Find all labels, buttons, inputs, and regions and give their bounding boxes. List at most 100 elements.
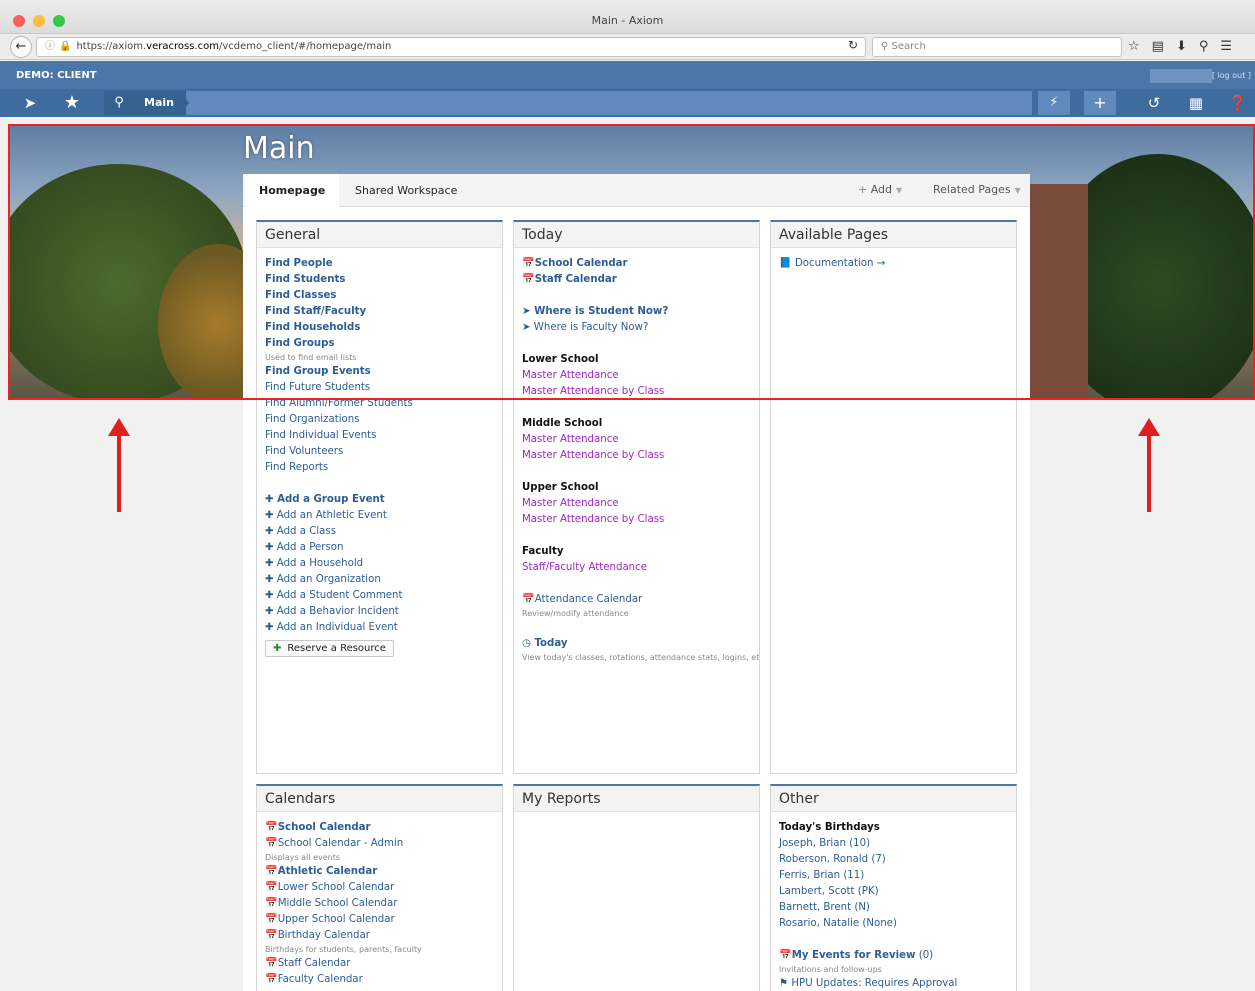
cal-school-admin-note: Displays all events bbox=[265, 853, 341, 862]
staff-faculty-attendance-link[interactable]: Staff/Faculty Attendance bbox=[522, 560, 751, 576]
plus-icon: ✚ bbox=[265, 526, 274, 537]
add-menu[interactable]: + Add ▼ bbox=[858, 183, 902, 196]
find-groups-link[interactable]: Find Groups bbox=[265, 336, 494, 352]
plus-icon: ✚ bbox=[265, 606, 274, 617]
address-bar[interactable]: ⓘ 🔒 https://axiom.veracross.com/vcdemo_cli… bbox=[36, 37, 866, 57]
page-title: Main bbox=[243, 131, 315, 166]
cal-middle-link[interactable]: 📅Middle School Calendar bbox=[265, 896, 494, 912]
cal-faculty-link[interactable]: 📅Faculty Calendar bbox=[265, 972, 494, 988]
find-alumni-link[interactable]: Find Alumni/Former Students bbox=[265, 396, 494, 412]
calendar-icon: 📅 bbox=[522, 274, 535, 285]
download-icon[interactable]: ⬇ bbox=[1176, 39, 1187, 54]
cal-athletic-link[interactable]: 📅Athletic Calendar bbox=[265, 864, 494, 880]
search-icon[interactable]: ⚲ bbox=[1199, 39, 1209, 54]
today-link[interactable]: ◷ Today bbox=[522, 636, 751, 652]
lower-master-attendance-link[interactable]: Master Attendance bbox=[522, 368, 751, 384]
window-title: Main - Axiom bbox=[591, 14, 664, 27]
breadcrumb: ⚲ Main bbox=[104, 91, 1032, 115]
cal-school-admin-link[interactable]: 📅School Calendar - Admin bbox=[265, 836, 494, 852]
add-group-event-link[interactable]: ✚ Add a Group Event bbox=[265, 492, 494, 508]
today-note: View today's classes, rotations, attenda… bbox=[522, 653, 760, 662]
add-student-comment-link[interactable]: ✚ Add a Student Comment bbox=[265, 588, 494, 604]
breadcrumb-main[interactable]: Main bbox=[134, 91, 186, 115]
cal-staff-link[interactable]: 📅Staff Calendar bbox=[265, 956, 494, 972]
back-button[interactable]: ← bbox=[10, 36, 32, 58]
attendance-calendar-link[interactable]: 📅Attendance Calendar bbox=[522, 592, 751, 608]
quick-search-icon[interactable]: ⚲ bbox=[104, 91, 134, 115]
find-classes-link[interactable]: Find Classes bbox=[265, 288, 494, 304]
add-individual-event-link[interactable]: ✚ Add an Individual Event bbox=[265, 620, 494, 636]
plus-icon: ✚ bbox=[273, 643, 282, 654]
add-organization-link[interactable]: ✚ Add an Organization bbox=[265, 572, 494, 588]
help-icon[interactable]: ❓ bbox=[1224, 89, 1252, 117]
plus-icon: ✚ bbox=[265, 542, 274, 553]
cal-school-link[interactable]: 📅School Calendar bbox=[265, 820, 494, 836]
cal-birthday-link[interactable]: 📅Birthday Calendar bbox=[265, 928, 494, 944]
birthday-item[interactable]: Roberson, Ronald (7) bbox=[779, 852, 1008, 868]
events-review-link[interactable]: 📅My Events for Review (0) bbox=[779, 948, 1008, 964]
find-volunteers-link[interactable]: Find Volunteers bbox=[265, 444, 494, 460]
favorites-star-icon[interactable]: ★ bbox=[58, 89, 86, 117]
lightning-icon[interactable]: ⚡ bbox=[1038, 91, 1070, 115]
find-households-link[interactable]: Find Households bbox=[265, 320, 494, 336]
documentation-link[interactable]: 📘 Documentation → bbox=[779, 256, 1008, 272]
find-reports-link[interactable]: Find Reports bbox=[265, 460, 494, 476]
cal-lower-link[interactable]: 📅Lower School Calendar bbox=[265, 880, 494, 896]
calendar-icon: 📅 bbox=[779, 950, 792, 961]
birthday-item[interactable]: Rosario, Natalie (None) bbox=[779, 916, 1008, 932]
bookmark-star-icon[interactable]: ☆ bbox=[1128, 39, 1140, 54]
hpu-updates-link[interactable]: ⚑ HPU Updates: Requires Approval bbox=[779, 976, 1008, 991]
app-nav-bar: ➤ ★ ⚲ Main ⚡ + ↺ ▦ ❓ bbox=[0, 89, 1255, 117]
upper-master-attendance-link[interactable]: Master Attendance bbox=[522, 496, 751, 512]
find-individual-events-link[interactable]: Find Individual Events bbox=[265, 428, 494, 444]
find-group-events-link[interactable]: Find Group Events bbox=[265, 364, 494, 380]
browser-search-input[interactable]: ⚲ Search bbox=[872, 37, 1122, 57]
calendar-icon: 📅 bbox=[265, 958, 278, 969]
cal-upper-link[interactable]: 📅Upper School Calendar bbox=[265, 912, 494, 928]
upper-master-attendance-class-link[interactable]: Master Attendance by Class bbox=[522, 512, 751, 528]
reading-list-icon[interactable]: ▤ bbox=[1152, 39, 1164, 54]
middle-master-attendance-class-link[interactable]: Master Attendance by Class bbox=[522, 448, 751, 464]
menu-icon[interactable]: ☰ bbox=[1220, 39, 1232, 54]
birthday-item[interactable]: Ferris, Brian (11) bbox=[779, 868, 1008, 884]
faculty-heading: Faculty bbox=[522, 546, 564, 557]
staff-calendar-link[interactable]: 📅Staff Calendar bbox=[522, 272, 751, 288]
tab-homepage[interactable]: Homepage bbox=[245, 174, 340, 207]
birthday-item[interactable]: Joseph, Brian (10) bbox=[779, 836, 1008, 852]
where-faculty-link[interactable]: ➤ Where is Faculty Now? bbox=[522, 320, 751, 336]
reserve-resource-button[interactable]: ✚ Reserve a Resource bbox=[265, 640, 394, 657]
find-future-students-link[interactable]: Find Future Students bbox=[265, 380, 494, 396]
rocket-icon[interactable]: ➤ bbox=[16, 89, 44, 117]
groups-note: Used to find email lists bbox=[265, 353, 357, 362]
info-icon[interactable]: ⓘ bbox=[45, 41, 55, 52]
middle-master-attendance-link[interactable]: Master Attendance bbox=[522, 432, 751, 448]
calendar-icon: 📅 bbox=[265, 866, 278, 877]
calendars-card: Calendars 📅School Calendar 📅School Calen… bbox=[256, 784, 503, 991]
birthday-item[interactable]: Lambert, Scott (PK) bbox=[779, 884, 1008, 900]
lock-icon: 🔒 bbox=[59, 41, 72, 52]
other-card: Other Today's Birthdays Joseph, Brian (1… bbox=[770, 784, 1017, 991]
school-calendar-link[interactable]: 📅School Calendar bbox=[522, 256, 751, 272]
dashboard-grid-icon[interactable]: ▦ bbox=[1182, 89, 1210, 117]
where-student-link[interactable]: ➤ Where is Student Now? bbox=[522, 304, 751, 320]
user-name-redacted bbox=[1150, 69, 1212, 83]
logout-link[interactable]: [ log out ] bbox=[1212, 71, 1251, 80]
app-header: DEMO: CLIENT [ log out ] bbox=[0, 61, 1255, 89]
find-students-link[interactable]: Find Students bbox=[265, 272, 494, 288]
add-behavior-incident-link[interactable]: ✚ Add a Behavior Incident bbox=[265, 604, 494, 620]
birthday-item[interactable]: Barnett, Brent (N) bbox=[779, 900, 1008, 916]
find-organizations-link[interactable]: Find Organizations bbox=[265, 412, 494, 428]
add-household-link[interactable]: ✚ Add a Household bbox=[265, 556, 494, 572]
add-person-link[interactable]: ✚ Add a Person bbox=[265, 540, 494, 556]
reload-icon[interactable]: ↻ bbox=[848, 38, 858, 52]
add-class-link[interactable]: ✚ Add a Class bbox=[265, 524, 494, 540]
calendar-icon: 📅 bbox=[265, 822, 278, 833]
plus-icon[interactable]: + bbox=[1084, 91, 1116, 115]
tab-shared-workspace[interactable]: Shared Workspace bbox=[341, 174, 471, 207]
history-icon[interactable]: ↺ bbox=[1140, 89, 1168, 117]
lower-master-attendance-class-link[interactable]: Master Attendance by Class bbox=[522, 384, 751, 400]
find-people-link[interactable]: Find People bbox=[265, 256, 494, 272]
add-athletic-event-link[interactable]: ✚ Add an Athletic Event bbox=[265, 508, 494, 524]
related-pages-menu[interactable]: Related Pages ▼ bbox=[933, 183, 1021, 196]
find-staff-link[interactable]: Find Staff/Faculty bbox=[265, 304, 494, 320]
